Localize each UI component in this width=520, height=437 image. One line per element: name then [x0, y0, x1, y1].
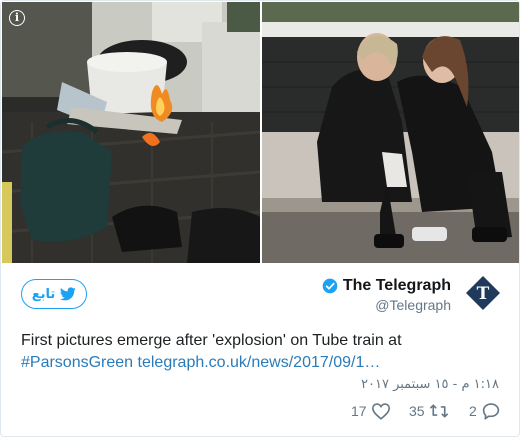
follow-button[interactable]: تابع [21, 279, 87, 309]
tweet-actions: 17 35 2 [1, 402, 519, 424]
article-link[interactable]: telegraph.co.uk/news/2017/09/1… [138, 354, 381, 371]
tweet-media[interactable]: i [2, 2, 519, 263]
retweet-button[interactable]: 35 [409, 402, 449, 420]
tweet-card: i تابع The Telegraph @Telegraph T First … [0, 0, 520, 437]
photo-women-sitting[interactable] [262, 2, 519, 263]
tweet-header: تابع The Telegraph @Telegraph T [1, 269, 519, 319]
like-button[interactable]: 17 [351, 402, 391, 420]
like-count: 17 [351, 403, 367, 419]
reply-icon [482, 403, 499, 420]
info-icon[interactable]: i [9, 10, 25, 26]
account-info[interactable]: The Telegraph @Telegraph [322, 277, 451, 313]
svg-text:T: T [477, 284, 490, 304]
tweet-text-plain: First pictures emerge after 'explosion' … [21, 332, 402, 349]
tweet-timestamp[interactable]: ١:١٨ م - ١٥ سبتمبر ٢٠١٧ [361, 377, 499, 392]
hashtag-link[interactable]: #ParsonsGreen [21, 354, 133, 371]
reply-button[interactable]: 2 [469, 402, 501, 420]
retweet-icon [429, 404, 448, 418]
heart-icon [371, 403, 390, 420]
screen-name[interactable]: @Telegraph [322, 297, 451, 313]
display-name[interactable]: The Telegraph [343, 277, 451, 295]
follow-label: تابع [31, 286, 56, 301]
retweet-count: 35 [409, 403, 425, 419]
photo-bucket-fire[interactable]: i [2, 2, 260, 263]
tweet-text: First pictures emerge after 'explosion' … [21, 330, 501, 374]
reply-count: 2 [469, 403, 477, 419]
avatar[interactable]: T [465, 275, 501, 311]
verified-badge-icon [322, 278, 338, 294]
twitter-bird-icon [60, 287, 76, 301]
